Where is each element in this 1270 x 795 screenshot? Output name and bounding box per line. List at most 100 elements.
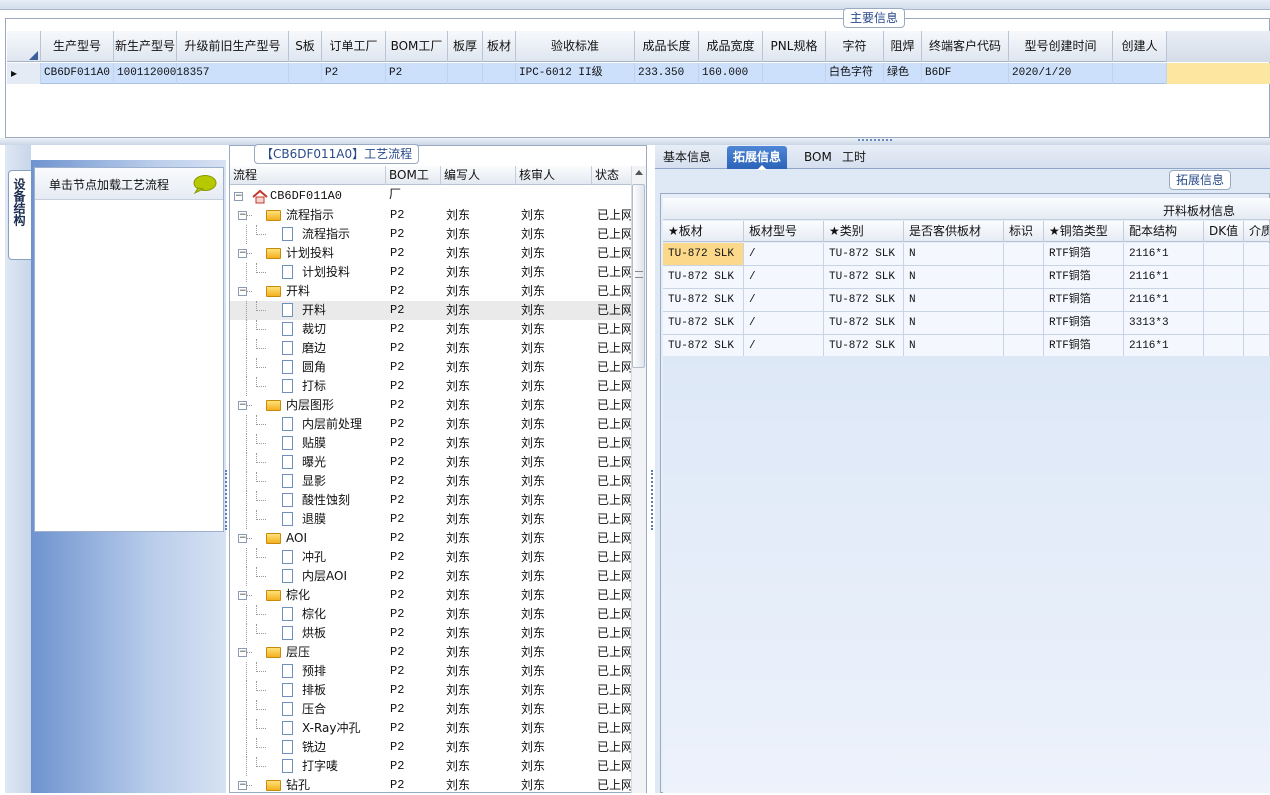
tree-node-label[interactable]: 退膜 <box>302 510 326 529</box>
tree-row[interactable]: 计划投料 P2 刘东 刘东 已上网 <box>230 263 631 282</box>
collapse-icon[interactable]: − <box>238 781 247 790</box>
col-acceptance-std[interactable]: 验收标准 <box>516 31 635 62</box>
cell-prod-model[interactable]: CB6DF011A0 <box>41 63 114 84</box>
tree-node-label[interactable]: 冲孔 <box>302 548 326 567</box>
cell-width[interactable]: 160.000 <box>699 63 763 84</box>
tree-row[interactable]: 打字唛 P2 刘东 刘东 已上网 <box>230 757 631 776</box>
cell-customer-supplied[interactable]: N <box>904 243 1004 265</box>
cell-stack-structure[interactable]: 2116*1 <box>1124 266 1204 288</box>
col-status[interactable]: 状态 <box>592 166 631 185</box>
tree-row[interactable]: 流程指示 P2 刘东 刘东 已上网 <box>230 225 631 244</box>
tab-basic-info[interactable]: 基本信息 <box>657 146 717 169</box>
cell-stack-structure[interactable]: 2116*1 <box>1124 243 1204 265</box>
cell-char[interactable]: 白色字符 <box>826 63 884 84</box>
tree-row[interactable]: − 计划投料 P2 刘东 刘东 已上网 <box>230 244 631 263</box>
tree-row[interactable]: − AOI P2 刘东 刘东 已上网 <box>230 529 631 548</box>
cell-copper-type[interactable]: RTF铜箔 <box>1044 335 1124 357</box>
tree-row[interactable]: 圆角 P2 刘东 刘东 已上网 <box>230 358 631 377</box>
tree-node-label[interactable]: 流程指示 <box>286 206 334 225</box>
cell-medium[interactable] <box>1244 243 1270 265</box>
col-category[interactable]: ★类别 <box>824 221 904 242</box>
col-stack-structure[interactable]: 配本结构 <box>1124 221 1204 242</box>
col-new-prod-model[interactable]: 新生产型号 <box>114 31 177 62</box>
ext-table-row[interactable]: TU-872 SLK / TU-872 SLK N RTF铜箔 2116*1 <box>663 335 1270 358</box>
tree-row[interactable]: 裁切 P2 刘东 刘东 已上网 <box>230 320 631 339</box>
cell-material-model[interactable]: / <box>744 335 824 357</box>
cell-copper-type[interactable]: RTF铜箔 <box>1044 243 1124 265</box>
tree-row[interactable]: 铣边 P2 刘东 刘东 已上网 <box>230 738 631 757</box>
cell-mark[interactable] <box>1004 243 1044 265</box>
tree-node-label[interactable]: X-Ray冲孔 <box>302 719 360 738</box>
tree-node-label[interactable]: 棕化 <box>286 586 310 605</box>
cell-acceptance-std[interactable]: IPC-6012 II级 <box>516 63 635 84</box>
tree-node-label[interactable]: 内层AOI <box>302 567 347 586</box>
splitter-grip-icon[interactable] <box>858 139 892 142</box>
col-mark[interactable]: 标识 <box>1004 221 1044 242</box>
tree-row[interactable]: 冲孔 P2 刘东 刘东 已上网 <box>230 548 631 567</box>
tree-row[interactable]: − 流程指示 P2 刘东 刘东 已上网 <box>230 206 631 225</box>
cell-material[interactable]: TU-872 SLK <box>663 289 744 311</box>
col-s-board[interactable]: S板 <box>289 31 322 62</box>
tree-node-label[interactable]: 钻孔 <box>286 776 310 795</box>
tree-node-label[interactable]: 预排 <box>302 662 326 681</box>
tree-node-label[interactable]: 打字唛 <box>302 757 338 776</box>
tree-row[interactable]: − 棕化 P2 刘东 刘东 已上网 <box>230 586 631 605</box>
col-copper-type[interactable]: ★铜箔类型 <box>1044 221 1124 242</box>
collapse-icon[interactable]: − <box>238 591 247 600</box>
cell-new-prod-model[interactable]: 10011200018357 <box>114 63 209 84</box>
tree-node-label[interactable]: 开料 <box>302 301 326 320</box>
tab-work-hours[interactable]: 工时 <box>836 146 872 169</box>
tree-node-label[interactable]: 圆角 <box>302 358 326 377</box>
tree-node-label[interactable]: 磨边 <box>302 339 326 358</box>
tree-row[interactable]: 退膜 P2 刘东 刘东 已上网 <box>230 510 631 529</box>
cell-material[interactable]: TU-872 SLK <box>663 266 744 288</box>
col-thickness[interactable]: 板厚 <box>448 31 483 62</box>
tree-node-label[interactable]: 贴膜 <box>302 434 326 453</box>
tree-row[interactable]: − 钻孔 P2 刘东 刘东 已上网 <box>230 776 631 795</box>
tree-node-label[interactable]: 裁切 <box>302 320 326 339</box>
tree-scrollbar-thumb[interactable] <box>632 184 645 368</box>
col-bom-factory[interactable]: BOM工厂 <box>386 166 441 201</box>
tree-node-label[interactable]: 开料 <box>286 282 310 301</box>
tree-row[interactable]: 打标 P2 刘东 刘东 已上网 <box>230 377 631 396</box>
cell-category[interactable]: TU-872 SLK <box>824 243 904 265</box>
col-prod-model[interactable]: 生产型号 <box>41 31 114 62</box>
col-char[interactable]: 字符 <box>826 31 884 62</box>
col-reviewer[interactable]: 核审人 <box>516 166 592 185</box>
col-material[interactable]: ★板材 <box>663 221 744 242</box>
tree-node-label[interactable]: 显影 <box>302 472 326 491</box>
cell-category[interactable]: TU-872 SLK <box>824 335 904 357</box>
cell-material-model[interactable]: / <box>744 243 824 265</box>
ext-table-row[interactable]: TU-872 SLK / TU-872 SLK N RTF铜箔 2116*1 <box>663 289 1270 312</box>
cell-pnl-spec[interactable] <box>763 63 826 84</box>
cell-bom-factory[interactable]: P2 <box>386 63 448 84</box>
cell-customer-code[interactable]: B6DF <box>922 63 1009 84</box>
col-width[interactable]: 成品宽度 <box>699 31 763 62</box>
tree-node-label[interactable]: 铣边 <box>302 738 326 757</box>
scroll-up-icon[interactable] <box>635 170 643 175</box>
tree-node-label[interactable]: 层压 <box>286 643 310 662</box>
cell-material-model[interactable]: / <box>744 289 824 311</box>
tree-node-label[interactable]: 棕化 <box>302 605 326 624</box>
tree-node-label[interactable]: 烘板 <box>302 624 326 643</box>
cell-copper-type[interactable]: RTF铜箔 <box>1044 266 1124 288</box>
cell-medium[interactable] <box>1244 289 1270 311</box>
cell-category[interactable]: TU-872 SLK <box>824 312 904 334</box>
tree-row[interactable]: 磨边 P2 刘东 刘东 已上网 <box>230 339 631 358</box>
load-process-panel[interactable] <box>34 167 224 532</box>
tree-node-label[interactable]: CB6DF011A0 <box>270 187 342 206</box>
tree-row[interactable]: − CB6DF011A0 <box>230 187 631 206</box>
tree-row[interactable]: 显影 P2 刘东 刘东 已上网 <box>230 472 631 491</box>
cell-copper-type[interactable]: RTF铜箔 <box>1044 289 1124 311</box>
tree-node-label[interactable]: 曝光 <box>302 453 326 472</box>
cell-material[interactable]: TU-872 SLK <box>663 335 744 357</box>
cell-mark[interactable] <box>1004 289 1044 311</box>
ext-table-row[interactable]: TU-872 SLK / TU-872 SLK N RTF铜箔 2116*1 <box>663 243 1270 266</box>
cell-length[interactable]: 233.350 <box>635 63 699 84</box>
col-customer-supplied[interactable]: 是否客供板材 <box>904 221 1004 242</box>
tree-node-label[interactable]: 内层前处理 <box>302 415 362 434</box>
cell-dk-value[interactable] <box>1204 335 1244 357</box>
tree-node-label[interactable]: 计划投料 <box>286 244 334 263</box>
tree-node-label[interactable]: AOI <box>286 529 307 548</box>
tree-node-label[interactable]: 排板 <box>302 681 326 700</box>
